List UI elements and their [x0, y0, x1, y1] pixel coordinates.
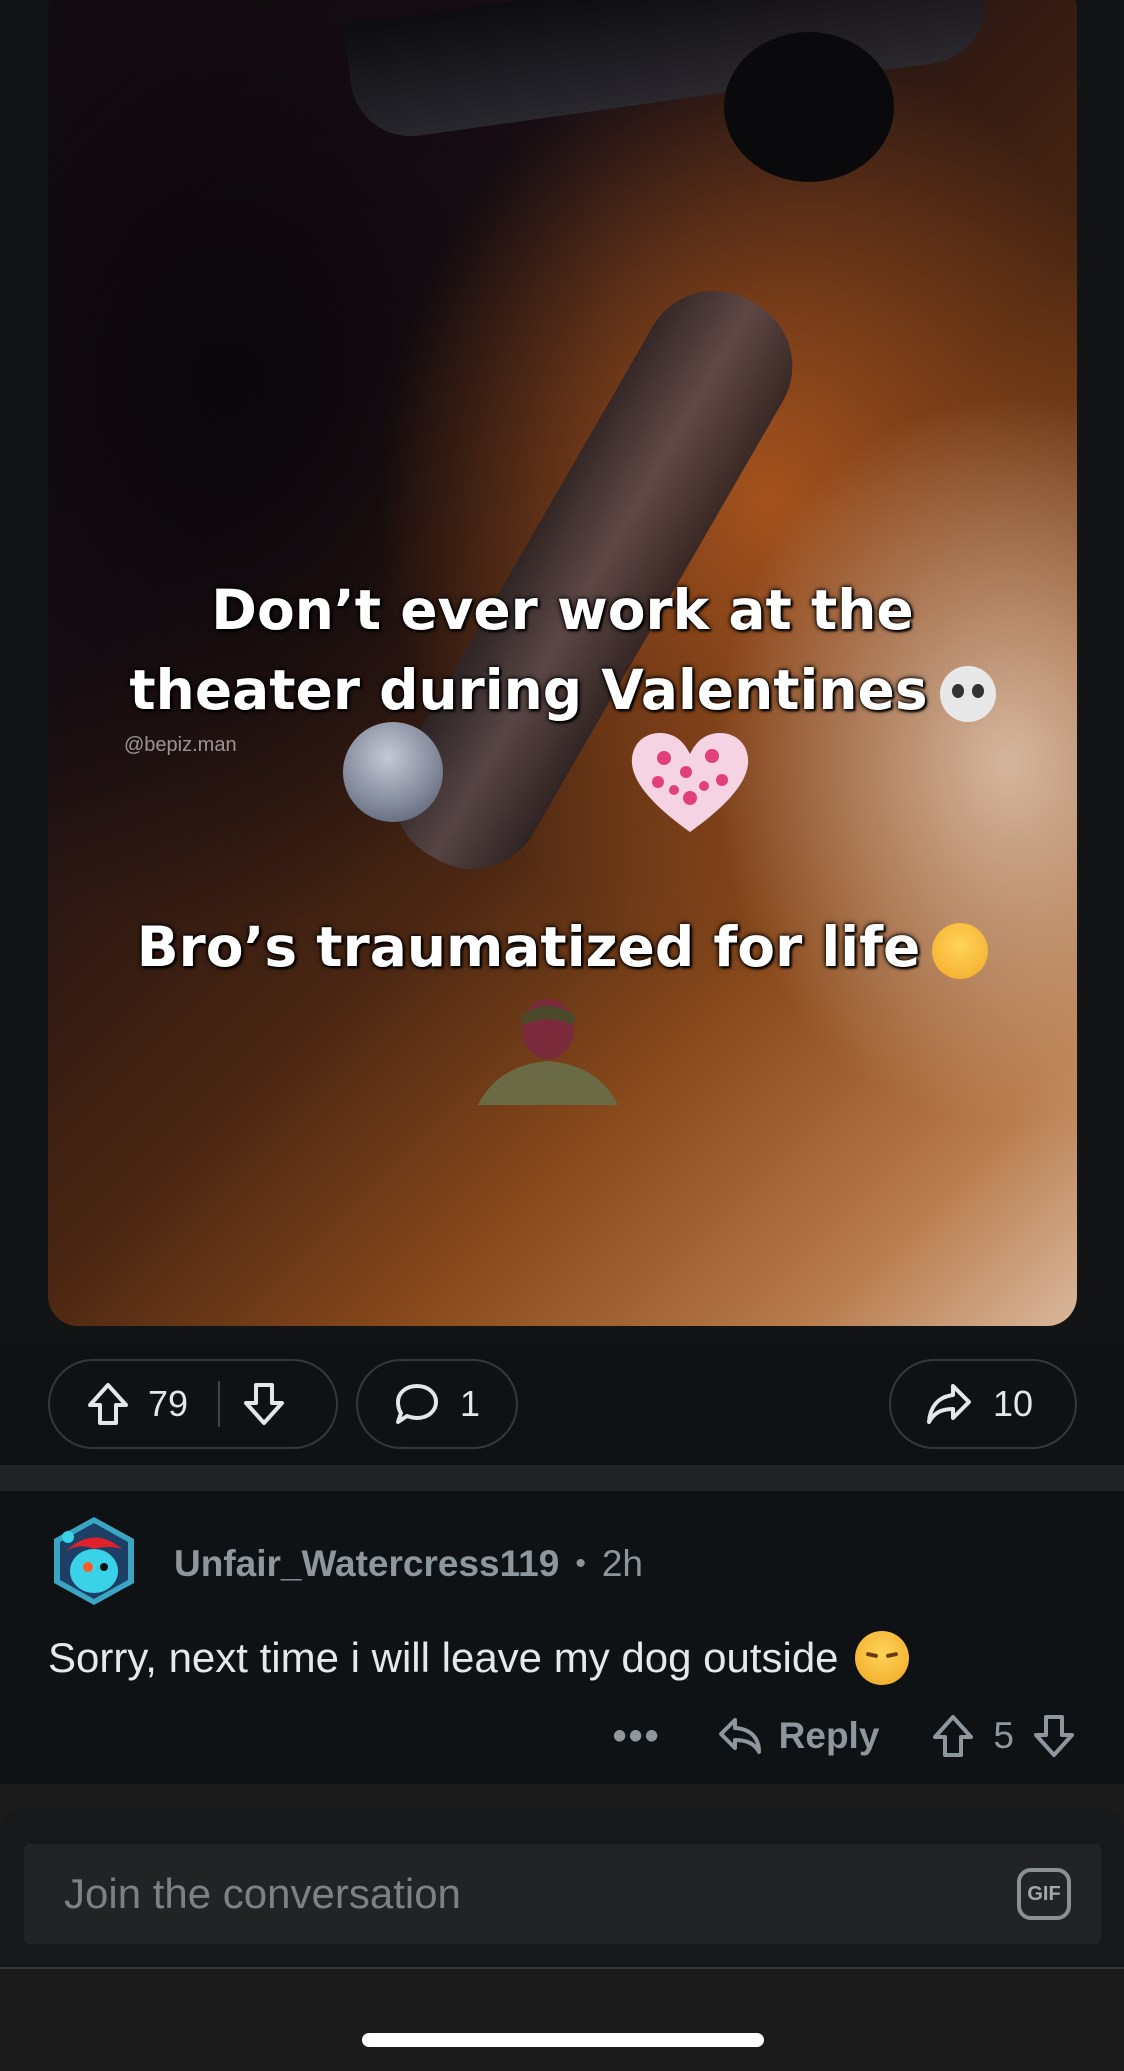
share-count: 10 [993, 1383, 1034, 1424]
avatar[interactable] [48, 1515, 140, 1607]
home-indicator[interactable] [362, 2033, 764, 2047]
pensive-emoji-icon [854, 1631, 909, 1685]
reddit-post-page: Don’t ever work at the theater during Va… [0, 0, 1124, 2071]
share-icon [925, 1382, 973, 1426]
composer-area: Join the conversation GIF [0, 1784, 1124, 1969]
vote-control: 79 [48, 1359, 338, 1449]
caption-line-2: theater during Valentines [129, 658, 928, 722]
comment-body: Sorry, next time i will leave my dog out… [48, 1631, 909, 1685]
post-media-container: Don’t ever work at the theater during Va… [0, 0, 1124, 1345]
post-action-bar: 79 1 10 [0, 1345, 1124, 1465]
bottom-divider [0, 1967, 1124, 1969]
head-sticker-image [343, 722, 443, 822]
comment-icon [394, 1382, 440, 1426]
comment-meta: Unfair_Watercress119 • 2h [174, 1543, 643, 1585]
comment-count: 1 [460, 1383, 481, 1424]
comment-item: Unfair_Watercress119 • 2h Sorry, next ti… [0, 1491, 1124, 1784]
comment-downvote-icon[interactable] [1032, 1713, 1076, 1759]
reply-icon [717, 1716, 763, 1756]
comment-upvote-icon[interactable] [931, 1713, 975, 1759]
caption-line-3: Bro’s traumatized for life [136, 915, 921, 979]
heart-sticker-image [631, 733, 749, 832]
video-caption-top: Don’t ever work at the theater during Va… [48, 570, 1077, 730]
comments-button[interactable]: 1 [356, 1359, 518, 1449]
reply-label: Reply [778, 1715, 880, 1756]
comment-actions: ••• Reply 5 [613, 1713, 1076, 1759]
caption-line-1: Don’t ever work at the [211, 578, 914, 642]
share-button[interactable]: 10 [889, 1359, 1077, 1449]
comment-username[interactable]: Unfair_Watercress119 [174, 1543, 559, 1585]
upvote-count: 79 [148, 1383, 189, 1424]
post-video[interactable]: Don’t ever work at the theater during Va… [48, 0, 1077, 1326]
video-caption-bottom: Bro’s traumatized for life [48, 915, 1077, 979]
soldier-sticker-image [478, 999, 618, 1105]
more-icon[interactable]: ••• [613, 1714, 661, 1759]
caption-line-2-wrap: theater during Valentines [48, 650, 1077, 730]
comment-age: 2h [601, 1543, 643, 1584]
skull-emoji-icon [939, 665, 996, 722]
composer-placeholder: Join the conversation [64, 1870, 461, 1917]
video-watermark: @bepiz.man [124, 734, 237, 756]
section-divider [0, 1465, 1124, 1491]
upvote-icon[interactable] [86, 1381, 130, 1427]
comment-text: Sorry, next time i will leave my dog out… [48, 1634, 839, 1681]
downvote-icon[interactable] [242, 1381, 286, 1427]
gif-icon[interactable]: GIF [1017, 1868, 1071, 1920]
comment-vote-count: 5 [993, 1715, 1014, 1756]
seat-armrest-shape [342, 0, 994, 144]
join-conversation-input[interactable]: Join the conversation GIF [24, 1844, 1101, 1944]
cupholder-shape [724, 32, 894, 182]
crying-emoji-icon [932, 922, 989, 979]
reply-button[interactable]: Reply [717, 1715, 880, 1757]
meta-separator: • [575, 1547, 586, 1580]
vote-separator [218, 1381, 221, 1427]
